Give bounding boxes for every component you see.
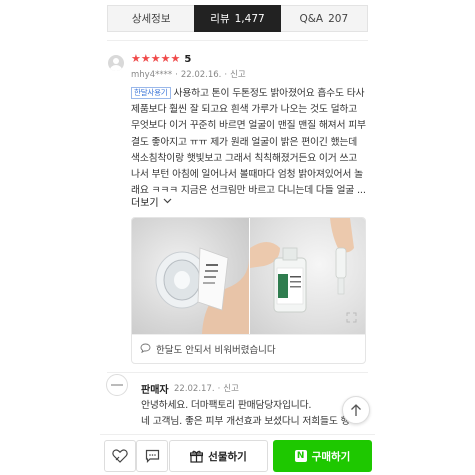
- review-meta: mhy4**** · 22.02.16. · 신고: [131, 70, 246, 80]
- star-icon: ★: [150, 52, 161, 65]
- avatar: [108, 55, 124, 71]
- tab-reviews-count: 1,477: [234, 12, 265, 25]
- gift-button[interactable]: 선물하기: [169, 440, 268, 472]
- buy-button-label: 구매하기: [311, 450, 351, 463]
- scroll-to-top-button[interactable]: [342, 396, 370, 424]
- buy-button[interactable]: N 구매하기: [273, 440, 372, 472]
- tab-qna-count: 207: [328, 12, 349, 25]
- review-photo[interactable]: [132, 218, 249, 334]
- tab-reviews[interactable]: 리뷰 1,477: [194, 5, 281, 32]
- reply-line: 네 고객님. 좋은 피부 개선효과 보셨다니 저희들도 행: [141, 416, 350, 427]
- review-line: 제품보다 훨씬 잘 되고요 흰색 가루가 나오는 것도 덜하고: [131, 104, 358, 116]
- star-rating: ★ ★ ★ ★ ★ 5: [131, 53, 191, 65]
- seller-avatar: [106, 374, 128, 396]
- review-author: mhy4****: [131, 70, 173, 80]
- seller-report-link[interactable]: 신고: [223, 384, 239, 394]
- monthly-use-badge: 한달사용기: [131, 87, 171, 99]
- star-icon: ★: [131, 52, 141, 65]
- review-photo[interactable]: [248, 218, 365, 334]
- star-icon: ★: [140, 52, 151, 65]
- chevron-down-icon: [163, 197, 172, 207]
- photo-caption: 한달도 안되서 비워버렸습니다: [132, 334, 365, 363]
- review-line: 결도 좋아지고 ㅠㅠ 제가 원래 얼굴이 밝은 편이긴 했는데: [131, 136, 358, 148]
- more-button[interactable]: 더보기: [131, 194, 172, 209]
- review-line: 무엇보다 이거 꾸준히 바르면 얼굴이 맨질 맨질 해져서 피부: [131, 120, 366, 132]
- seller-date: 22.02.17.: [174, 384, 215, 394]
- gift-button-label: 선물하기: [208, 450, 247, 463]
- star-icon: ★: [170, 52, 181, 65]
- rating-score: 5: [184, 53, 192, 65]
- reply-line: 안녕하세요. 더마팩토리 판매담당자입니다.: [141, 400, 312, 411]
- heart-icon: [112, 449, 128, 463]
- more-label: 더보기: [131, 198, 159, 209]
- photo-caption-text: 한달도 안되서 비워버렸습니다: [156, 345, 276, 356]
- talk-button[interactable]: [136, 440, 168, 472]
- gift-icon: [190, 450, 204, 463]
- chat-icon: [145, 449, 159, 463]
- tab-bar: 상세정보 리뷰 1,477 Q&A 207: [107, 5, 368, 32]
- seller-meta: 22.02.17. · 신고: [174, 384, 239, 394]
- review-line: 나서 부턴 아침에 일어나서 볼때마다 엄청 밝아져있어서 놀: [131, 169, 363, 181]
- report-link[interactable]: 신고: [230, 70, 246, 80]
- bottom-action-bar: 선물하기 N 구매하기: [100, 434, 375, 475]
- tab-qna-label: Q&A: [299, 12, 324, 25]
- tab-reviews-label: 리뷰: [210, 13, 230, 25]
- expand-icon[interactable]: [343, 312, 359, 328]
- speech-bubble-icon: [140, 343, 151, 356]
- tab-details-label: 상세정보: [131, 13, 171, 25]
- like-button[interactable]: [104, 440, 136, 472]
- divider: [107, 40, 368, 41]
- tab-details[interactable]: 상세정보: [107, 5, 195, 32]
- review-line: 한달사용기 사용하고 톤이 두톤정도 밝아졌어요 흡수도 타사: [131, 86, 367, 102]
- naver-n-icon: N: [294, 450, 307, 462]
- star-icon: ★: [160, 52, 171, 65]
- divider: [107, 372, 368, 373]
- seller-name: 판매자: [141, 385, 169, 396]
- arrow-up-icon: [351, 404, 361, 416]
- review-photo-card[interactable]: 한달도 안되서 비워버렸습니다: [131, 217, 366, 364]
- review-line: 색소침착이랑 햇빛보고 그래서 칙칙해졌거든요 이거 쓰고: [131, 152, 358, 164]
- review-text: 한달사용기 사용하고 톤이 두톤정도 밝아졌어요 흡수도 타사 제품보다 훨씬 잘…: [131, 86, 367, 199]
- review-date: 22.02.16.: [180, 70, 222, 80]
- seller-reply-text: 안녕하세요. 더마팩토리 판매담당자입니다. 네 고객님. 좋은 피부 개선효과…: [141, 398, 351, 430]
- tab-qna[interactable]: Q&A 207: [280, 5, 368, 32]
